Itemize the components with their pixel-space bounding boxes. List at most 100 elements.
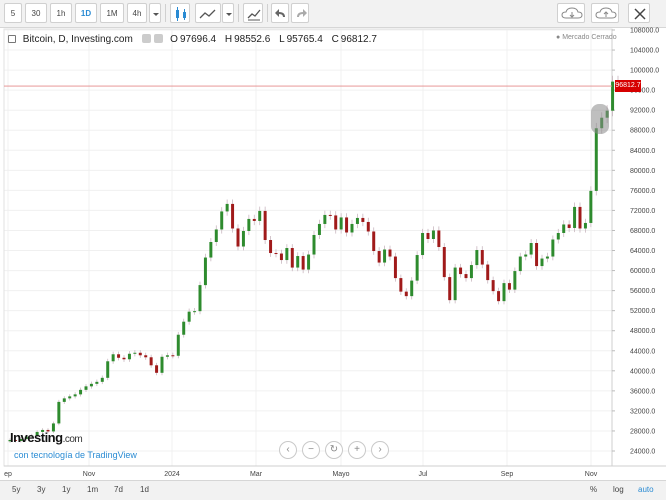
candle-body bbox=[334, 215, 338, 230]
candle-body bbox=[220, 211, 224, 230]
candle-body bbox=[57, 401, 61, 424]
range-5y-button[interactable]: 5y bbox=[12, 485, 20, 494]
candle-body bbox=[111, 354, 115, 362]
candle-body bbox=[68, 396, 72, 399]
open-value: 97696.4 bbox=[179, 34, 217, 45]
candle-body bbox=[252, 218, 256, 221]
candle-body bbox=[535, 243, 539, 267]
candle-body bbox=[307, 254, 311, 270]
y-tick-label: 36000.0 bbox=[630, 388, 655, 395]
x-tick-label: Mar bbox=[250, 471, 263, 478]
x-tick-label: Sep bbox=[501, 471, 514, 478]
candle-body bbox=[149, 357, 153, 366]
investing-logo: Investing.com bbox=[10, 430, 83, 445]
candle-body bbox=[225, 203, 229, 212]
candle-body bbox=[562, 224, 566, 233]
range-1m-button[interactable]: 1m bbox=[87, 485, 98, 494]
x-tick-label: Jul bbox=[419, 471, 428, 478]
candle-body bbox=[138, 352, 142, 356]
candle-body bbox=[160, 356, 164, 373]
candle-body bbox=[556, 232, 560, 240]
candle-body bbox=[518, 256, 522, 272]
candle-body bbox=[459, 267, 463, 275]
y-tick-label: 80000.0 bbox=[630, 168, 655, 175]
powered-by-link[interactable]: con tecnología de TradingView bbox=[14, 450, 137, 460]
range-3y-button[interactable]: 3y bbox=[37, 485, 45, 494]
candle-body bbox=[236, 228, 240, 247]
reset-chart-button[interactable]: ↻ bbox=[325, 441, 343, 459]
candle-body bbox=[274, 253, 278, 255]
candle-body bbox=[437, 230, 441, 248]
close-value: 96812.7 bbox=[340, 34, 377, 45]
candle-body bbox=[366, 221, 370, 232]
y-tick-label: 28000.0 bbox=[630, 428, 655, 435]
chart-widget: 5 30 1h 1D 1M 4h 24000.0 28000.0 32000.0… bbox=[0, 0, 666, 500]
candle-body bbox=[312, 234, 316, 255]
candle-body bbox=[551, 239, 555, 257]
candle-body bbox=[279, 253, 283, 261]
candle-body bbox=[214, 229, 218, 243]
y-tick-label: 60000.0 bbox=[630, 268, 655, 275]
candle-body bbox=[497, 291, 501, 302]
candle-body bbox=[383, 249, 387, 263]
chart-axes bbox=[3, 28, 666, 467]
candle-body bbox=[475, 250, 479, 266]
candle-body bbox=[361, 217, 365, 222]
candle-body bbox=[165, 355, 169, 357]
y-tick-label: 68000.0 bbox=[630, 228, 655, 235]
plot-frame bbox=[3, 28, 613, 467]
candle-body bbox=[491, 280, 495, 292]
candle-body bbox=[127, 353, 131, 360]
candle-body bbox=[323, 214, 327, 224]
y-tick-label: 72000.0 bbox=[630, 208, 655, 215]
candle-body bbox=[133, 352, 137, 354]
y-tick-label: 92000.0 bbox=[630, 108, 655, 115]
zoom-in-button[interactable]: + bbox=[348, 441, 366, 459]
candle-body bbox=[464, 274, 468, 279]
candle-body bbox=[100, 377, 104, 382]
range-1d-button[interactable]: 1d bbox=[140, 485, 149, 494]
x-tick-label: Nov bbox=[585, 471, 598, 478]
candle-body bbox=[193, 311, 197, 313]
candle-body bbox=[339, 217, 343, 230]
candle-body bbox=[198, 285, 202, 312]
low-value: 95765.4 bbox=[286, 34, 323, 45]
y-tick-label: 48000.0 bbox=[630, 328, 655, 335]
auto-scale-button[interactable]: auto bbox=[638, 485, 654, 494]
candle-series bbox=[8, 75, 620, 443]
zoom-out-button[interactable]: − bbox=[302, 441, 320, 459]
candle-body bbox=[480, 250, 484, 265]
percent-scale-button[interactable]: % bbox=[590, 485, 597, 494]
range-7d-button[interactable]: 7d bbox=[114, 485, 123, 494]
candle-body bbox=[241, 230, 245, 247]
scroll-left-button[interactable]: ‹ bbox=[279, 441, 297, 459]
candle-body bbox=[247, 218, 251, 231]
settings-icon[interactable] bbox=[141, 34, 151, 43]
price-chart[interactable]: 24000.0 28000.0 32000.0 36000.0 40000.0 44000… bbox=[0, 0, 666, 480]
low-label: L bbox=[279, 34, 285, 45]
candle-body bbox=[426, 232, 430, 239]
candle-body bbox=[524, 254, 528, 257]
collapse-legend-icon[interactable] bbox=[8, 35, 16, 43]
candle-body bbox=[578, 206, 582, 229]
candle-body bbox=[377, 251, 381, 263]
candle-body bbox=[404, 291, 408, 297]
candle-body bbox=[203, 257, 207, 286]
scroll-right-button[interactable]: › bbox=[371, 441, 389, 459]
candle-body bbox=[372, 231, 376, 252]
log-scale-button[interactable]: log bbox=[613, 485, 624, 494]
y-tick-label: 44000.0 bbox=[630, 348, 655, 355]
candle-body bbox=[345, 217, 349, 233]
candle-body bbox=[442, 247, 446, 278]
candle-body bbox=[469, 265, 473, 279]
range-1y-button[interactable]: 1y bbox=[62, 485, 70, 494]
candle-body bbox=[486, 264, 490, 281]
x-tick-label: Nov bbox=[83, 471, 96, 478]
candle-body bbox=[355, 217, 359, 224]
candle-body bbox=[231, 203, 235, 229]
candle-body bbox=[431, 230, 435, 239]
candle-body bbox=[187, 311, 191, 322]
candle-body bbox=[594, 128, 598, 191]
hide-icon[interactable] bbox=[154, 34, 164, 43]
x-tick-label: 2024 bbox=[164, 471, 180, 478]
